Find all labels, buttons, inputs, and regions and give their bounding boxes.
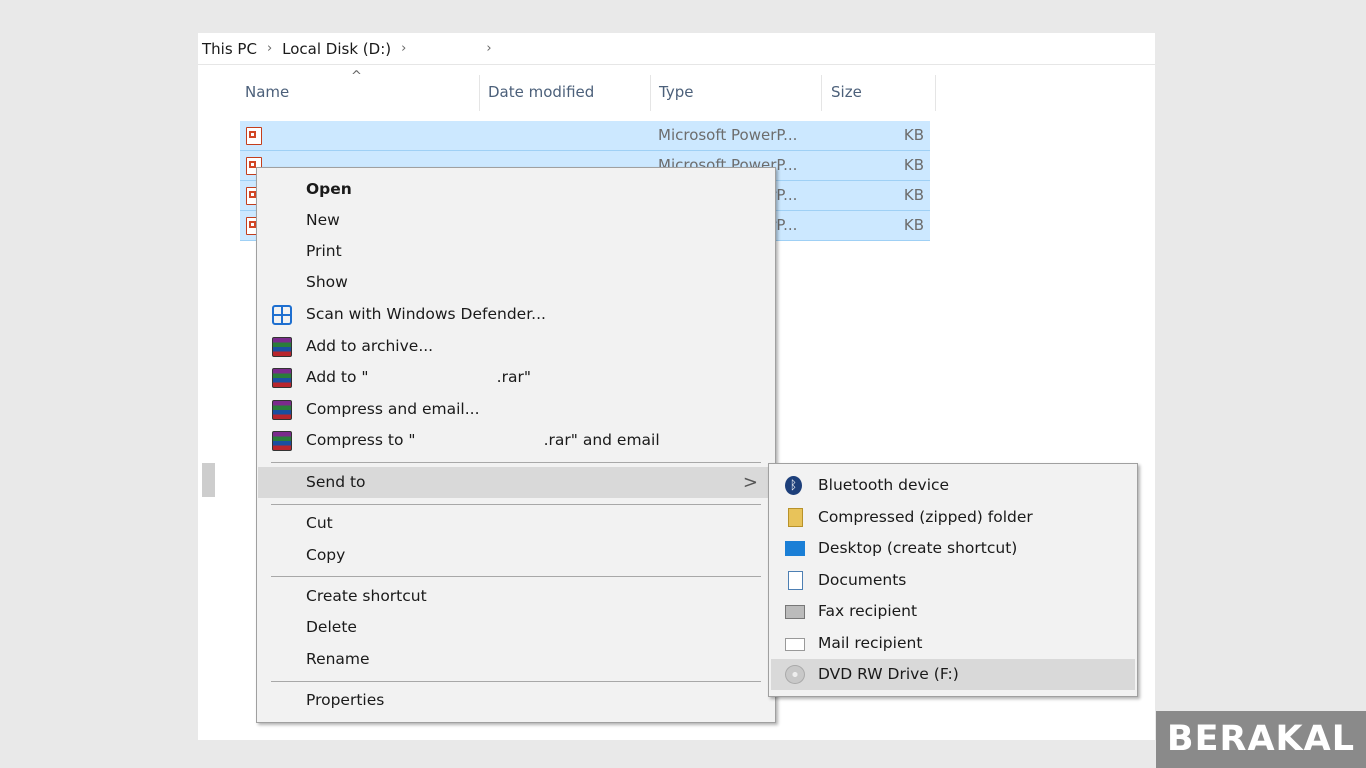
menu-label: Add to " .rar" bbox=[306, 368, 531, 386]
file-row[interactable]: Microsoft PowerP... KB bbox=[240, 121, 930, 151]
dvd-icon bbox=[785, 665, 805, 684]
menu-item-compress-to-rar-email[interactable]: Compress to " .rar" and email bbox=[258, 425, 774, 456]
column-divider[interactable] bbox=[935, 75, 936, 111]
bluetooth-icon: ᛒ bbox=[785, 476, 802, 495]
menu-separator bbox=[271, 504, 761, 505]
mail-icon bbox=[785, 638, 805, 651]
menu-item-create-shortcut[interactable]: Create shortcut bbox=[258, 581, 774, 612]
winrar-icon bbox=[272, 337, 292, 357]
menu-label: Fax recipient bbox=[818, 602, 918, 620]
menu-label: New bbox=[306, 211, 340, 229]
file-size: KB bbox=[903, 216, 924, 234]
send-to-submenu: ᛒ Bluetooth device Compressed (zipped) fo… bbox=[768, 463, 1138, 697]
winrar-icon bbox=[272, 431, 292, 451]
menu-label: Documents bbox=[818, 571, 907, 589]
menu-label: Compressed (zipped) folder bbox=[818, 508, 1033, 526]
zip-folder-icon bbox=[788, 508, 803, 527]
defender-icon bbox=[272, 305, 292, 325]
menu-item-copy[interactable]: Copy bbox=[258, 540, 774, 571]
menu-label: Print bbox=[306, 242, 342, 260]
menu-label: Rename bbox=[306, 650, 370, 668]
chevron-right-icon[interactable]: › bbox=[267, 41, 272, 56]
menu-label: Show bbox=[306, 273, 348, 291]
menu-label: Cut bbox=[306, 514, 333, 532]
context-menu: Open New Print Show Scan with Windows De… bbox=[256, 167, 776, 723]
send-to-mail[interactable]: Mail recipient bbox=[771, 628, 1135, 659]
menu-label: Send to bbox=[306, 473, 366, 491]
menu-item-send-to[interactable]: Send to > bbox=[258, 467, 774, 498]
fax-icon bbox=[785, 605, 805, 619]
menu-label: DVD RW Drive (F:) bbox=[818, 665, 959, 683]
chevron-right-icon: > bbox=[742, 472, 758, 493]
menu-label: Delete bbox=[306, 618, 357, 636]
desktop-icon bbox=[785, 541, 805, 556]
powerpoint-file-icon bbox=[246, 127, 262, 145]
documents-icon bbox=[788, 571, 803, 590]
menu-item-add-to-archive[interactable]: Add to archive... bbox=[258, 331, 774, 362]
menu-label: Desktop (create shortcut) bbox=[818, 539, 1018, 557]
menu-label: Copy bbox=[306, 546, 346, 564]
send-to-desktop[interactable]: Desktop (create shortcut) bbox=[771, 533, 1135, 564]
file-size: KB bbox=[903, 156, 924, 174]
column-header-date[interactable]: Date modified bbox=[488, 83, 594, 101]
file-size: KB bbox=[903, 186, 924, 204]
menu-item-add-to-rar[interactable]: Add to " .rar" bbox=[258, 362, 774, 393]
menu-separator bbox=[271, 681, 761, 682]
menu-separator bbox=[271, 576, 761, 577]
column-divider[interactable] bbox=[821, 75, 822, 111]
menu-label: Create shortcut bbox=[306, 587, 427, 605]
menu-label: Properties bbox=[306, 691, 385, 709]
menu-separator bbox=[271, 462, 761, 463]
menu-item-compress-email[interactable]: Compress and email... bbox=[258, 394, 774, 425]
menu-item-scan-defender[interactable]: Scan with Windows Defender... bbox=[258, 299, 774, 330]
menu-label: Compress to " .rar" and email bbox=[306, 431, 660, 449]
winrar-icon bbox=[272, 368, 292, 388]
chevron-right-icon[interactable]: › bbox=[401, 41, 406, 56]
column-header-name[interactable]: Name bbox=[245, 83, 289, 101]
menu-item-show[interactable]: Show bbox=[258, 267, 774, 298]
column-header-type[interactable]: Type bbox=[659, 83, 693, 101]
column-divider[interactable] bbox=[650, 75, 651, 111]
menu-label: Compress and email... bbox=[306, 400, 480, 418]
menu-label: Add to archive... bbox=[306, 337, 434, 355]
menu-item-properties[interactable]: Properties bbox=[258, 685, 774, 716]
send-to-dvd[interactable]: DVD RW Drive (F:) bbox=[771, 659, 1135, 690]
menu-item-print[interactable]: Print bbox=[258, 236, 774, 267]
send-to-fax[interactable]: Fax recipient bbox=[771, 596, 1135, 627]
send-to-bluetooth[interactable]: ᛒ Bluetooth device bbox=[771, 470, 1135, 501]
menu-label: Mail recipient bbox=[818, 634, 923, 652]
sort-ascending-icon: ^ bbox=[351, 69, 362, 84]
menu-item-delete[interactable]: Delete bbox=[258, 612, 774, 643]
menu-label: Open bbox=[306, 180, 352, 198]
menu-item-rename[interactable]: Rename bbox=[258, 644, 774, 675]
breadcrumb-local-disk[interactable]: Local Disk (D:) bbox=[282, 40, 391, 58]
menu-item-cut[interactable]: Cut bbox=[258, 508, 774, 539]
watermark-logo: BERAKAL bbox=[1156, 711, 1366, 768]
file-type: Microsoft PowerP... bbox=[658, 126, 798, 144]
menu-item-open[interactable]: Open bbox=[258, 174, 774, 205]
column-header-size[interactable]: Size bbox=[831, 83, 862, 101]
column-divider[interactable] bbox=[479, 75, 480, 111]
file-size: KB bbox=[903, 126, 924, 144]
menu-item-new[interactable]: New bbox=[258, 205, 774, 236]
send-to-documents[interactable]: Documents bbox=[771, 565, 1135, 596]
winrar-icon bbox=[272, 400, 292, 420]
breadcrumb[interactable]: This PC › Local Disk (D:) › › bbox=[198, 33, 1155, 65]
breadcrumb-this-pc[interactable]: This PC bbox=[202, 40, 257, 58]
send-to-zip[interactable]: Compressed (zipped) folder bbox=[771, 502, 1135, 533]
menu-label: Scan with Windows Defender... bbox=[306, 305, 546, 323]
chevron-right-icon[interactable]: › bbox=[486, 41, 491, 56]
menu-label: Bluetooth device bbox=[818, 476, 950, 494]
scrollbar-thumb[interactable] bbox=[202, 463, 215, 497]
